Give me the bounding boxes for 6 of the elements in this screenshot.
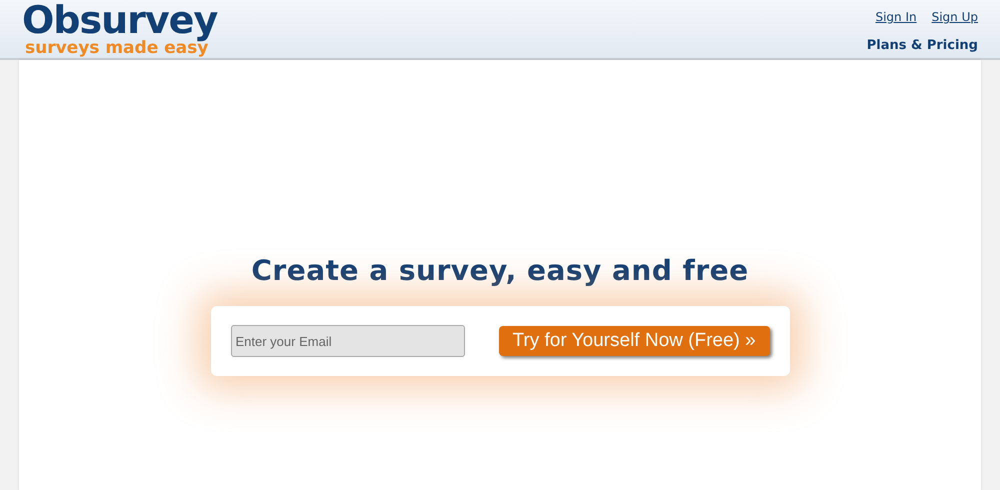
plans-pricing-link[interactable]: Plans & Pricing bbox=[866, 36, 978, 56]
hero-title: Create a survey, easy and free bbox=[251, 253, 749, 289]
email-field[interactable]: Enter your Email bbox=[230, 325, 464, 357]
header-link[interactable]: Sign In bbox=[875, 8, 917, 26]
header-link[interactable]: Sign Up bbox=[932, 8, 978, 26]
logo[interactable]: Obsurvey bbox=[22, 1, 218, 39]
